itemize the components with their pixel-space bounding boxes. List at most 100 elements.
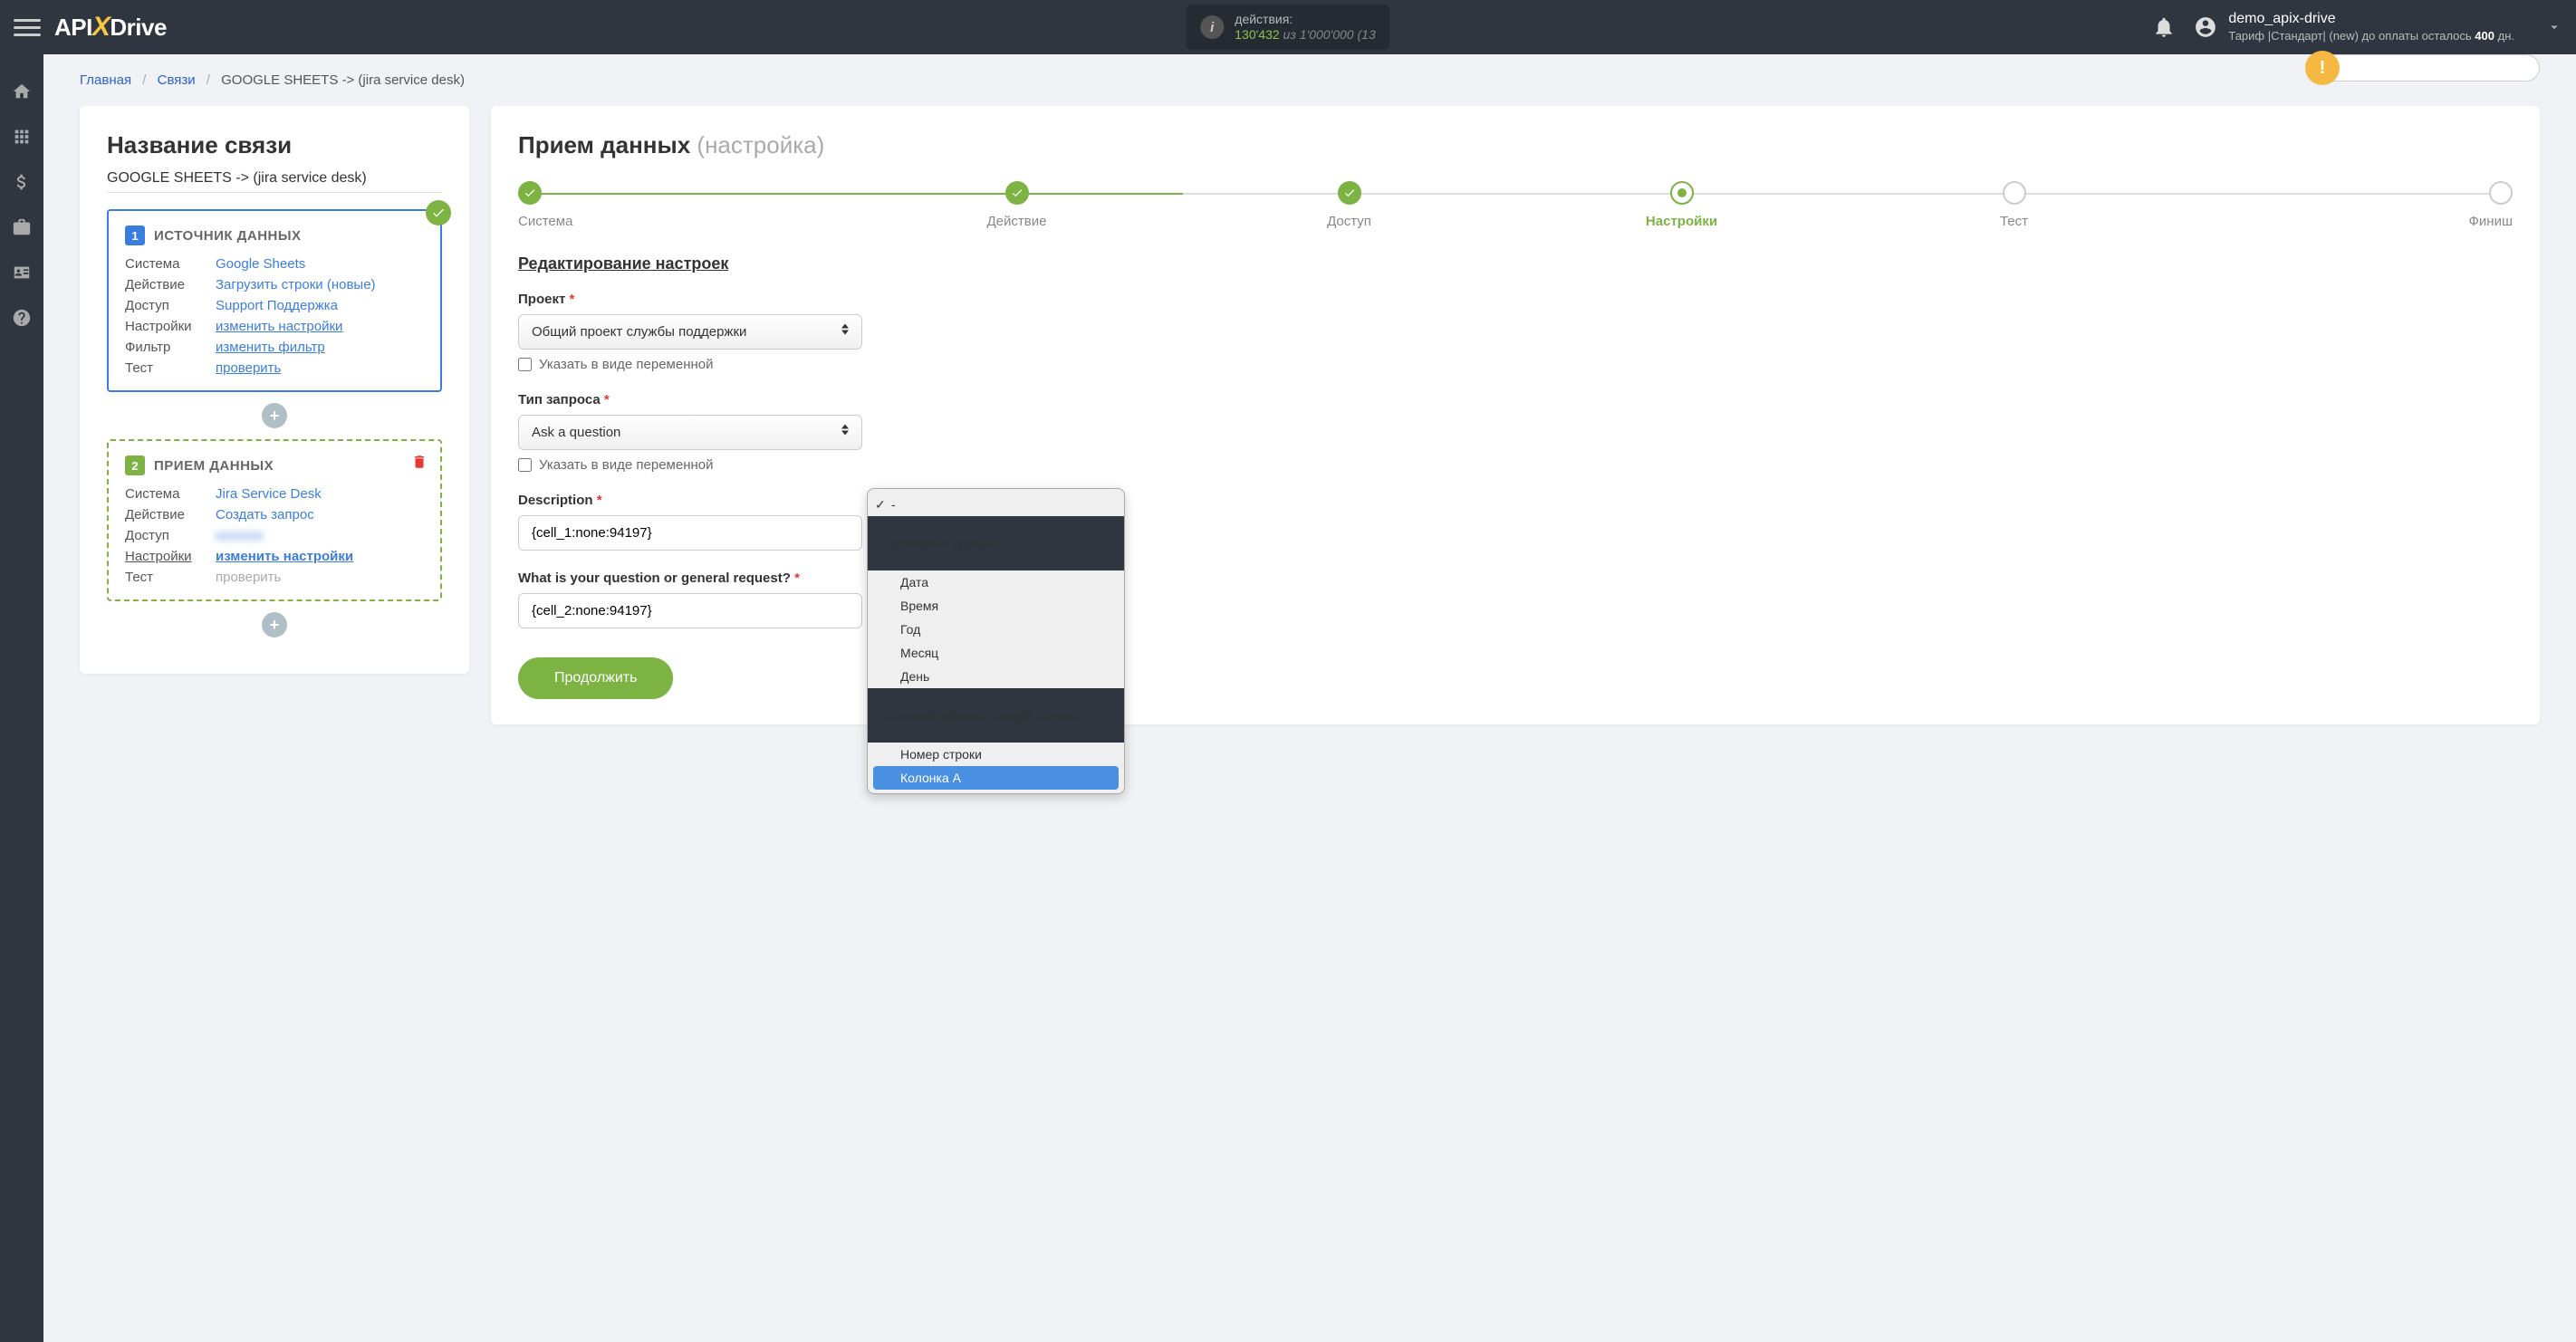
dropdown-item[interactable]: Время	[868, 594, 1124, 618]
warning-icon: !	[2305, 51, 2340, 85]
question-input[interactable]	[518, 593, 862, 628]
checkbox-label: Указать в виде переменной	[539, 357, 714, 372]
row-label: Тест	[125, 360, 216, 376]
step-done-icon[interactable]	[1005, 181, 1029, 205]
user-icon	[2194, 15, 2217, 39]
connection-name[interactable]: GOOGLE SHEETS -> (jira service desk)	[107, 170, 442, 193]
actions-counter: i действия: 130'432 из 1'000'000 (13	[1186, 5, 1389, 50]
warning-badge[interactable]: !	[2313, 54, 2540, 81]
step-inactive-icon[interactable]	[2003, 181, 2026, 205]
row-label: Настройки	[125, 549, 216, 564]
request-type-select[interactable]: Ask a question	[518, 415, 862, 450]
dropdown-group: Источник данных (Google Sheets)	[868, 688, 1124, 743]
step-label: Финиш	[2469, 214, 2513, 229]
row-value[interactable]: изменить настройки	[216, 549, 353, 564]
project-field: Проект * Общий проект службы поддержки У…	[518, 292, 2513, 372]
step-inactive-icon[interactable]	[2489, 181, 2513, 205]
block-title: ПРИЕМ ДАННЫХ	[154, 458, 274, 474]
field-dropdown: - Системные данные Дата Время Год Месяц …	[867, 488, 1125, 794]
chevron-down-icon[interactable]	[2546, 19, 2562, 35]
project-label: Проект *	[518, 292, 2513, 307]
block-number: 1	[125, 225, 145, 245]
row-label: Система	[125, 256, 216, 272]
block-number: 2	[125, 455, 145, 475]
username: demo_apix-drive	[2228, 10, 2514, 29]
logo-text2: Drive	[110, 14, 167, 41]
question-field: What is your question or general request…	[518, 570, 2513, 628]
row-label: Доступ	[125, 528, 216, 543]
add-button[interactable]: +	[262, 403, 287, 428]
request-type-field: Тип запроса * Ask a question Указать в в…	[518, 392, 2513, 473]
row-label: Действие	[125, 507, 216, 522]
continue-button[interactable]: Продолжить	[518, 657, 673, 699]
block-title: ИСТОЧНИК ДАННЫХ	[154, 228, 302, 244]
description-field: Description * - Системные данные Дата Вр…	[518, 493, 2513, 551]
user-menu[interactable]: demo_apix-drive Тариф |Стандарт| (new) д…	[2194, 10, 2514, 44]
row-label: Доступ	[125, 298, 216, 313]
panel-title: Прием данных (настройка)	[518, 131, 2513, 159]
header: APIXDrive i действия: 130'432 из 1'000'0…	[0, 0, 2576, 54]
dropdown-item[interactable]: Дата	[868, 570, 1124, 594]
destination-block: 2 ПРИЕМ ДАННЫХ СистемаJira Service Desk …	[107, 439, 442, 601]
step-label: Система	[518, 214, 572, 229]
dropdown-item[interactable]: Номер строки	[868, 743, 1124, 766]
step-label: Тест	[2000, 214, 2028, 229]
row-value[interactable]: Support Поддержка	[216, 298, 338, 313]
section-title: Редактирование настроек	[518, 254, 2513, 273]
connections-icon[interactable]	[12, 127, 32, 147]
row-value[interactable]: изменить фильтр	[216, 340, 325, 355]
briefcase-icon[interactable]	[12, 217, 32, 237]
breadcrumb: Главная / Связи / GOOGLE SHEETS -> (jira…	[80, 54, 2540, 106]
row-value[interactable]: Jira Service Desk	[216, 486, 322, 502]
bell-icon[interactable]	[2152, 15, 2176, 39]
left-panel: Название связи GOOGLE SHEETS -> (jira se…	[80, 106, 469, 674]
variable-checkbox[interactable]	[518, 458, 532, 472]
logo[interactable]: APIXDrive	[54, 12, 167, 43]
source-block: 1 ИСТОЧНИК ДАННЫХ СистемаGoogle Sheets Д…	[107, 209, 442, 392]
question-label: What is your question or general request…	[518, 570, 2513, 586]
project-select[interactable]: Общий проект службы поддержки	[518, 314, 862, 350]
main-content: ! Главная / Связи / GOOGLE SHEETS -> (ji…	[43, 54, 2576, 1342]
row-value[interactable]: Загрузить строки (новые)	[216, 277, 376, 292]
logo-x: X	[92, 12, 111, 42]
row-value[interactable]: проверить	[216, 360, 281, 376]
row-value[interactable]: Создать запрос	[216, 507, 314, 522]
add-button[interactable]: +	[262, 612, 287, 637]
description-label: Description *	[518, 493, 2513, 508]
row-value[interactable]: изменить настройки	[216, 319, 342, 334]
id-card-icon[interactable]	[12, 263, 32, 283]
row-label: Тест	[125, 570, 216, 585]
breadcrumb-home[interactable]: Главная	[80, 72, 131, 88]
row-value[interactable]: Google Sheets	[216, 256, 305, 272]
dropdown-group: Системные данные	[868, 516, 1124, 570]
dropdown-item[interactable]: -	[868, 493, 1124, 516]
dollar-icon[interactable]	[12, 172, 32, 192]
row-value: проверить	[216, 570, 281, 585]
dropdown-item[interactable]: Год	[868, 618, 1124, 641]
dropdown-item[interactable]: День	[868, 665, 1124, 688]
breadcrumb-current: GOOGLE SHEETS -> (jira service desk)	[221, 72, 465, 88]
connection-title-label: Название связи	[107, 131, 442, 159]
delete-button[interactable]	[411, 454, 428, 474]
menu-button[interactable]	[14, 14, 41, 41]
row-label: Система	[125, 486, 216, 502]
check-icon	[426, 200, 451, 225]
breadcrumb-links[interactable]: Связи	[158, 72, 196, 88]
info-icon: i	[1200, 15, 1224, 39]
description-input[interactable]	[518, 515, 862, 551]
actions-label: действия:	[1235, 12, 1375, 27]
dropdown-item-highlighted[interactable]: Колонка А	[873, 766, 1119, 790]
variable-checkbox[interactable]	[518, 358, 532, 371]
dropdown-item[interactable]: Месяц	[868, 641, 1124, 665]
step-active-icon[interactable]	[1670, 181, 1694, 205]
row-label: Фильтр	[125, 340, 216, 355]
row-value-blurred[interactable]: xxxxxxx	[216, 528, 264, 543]
actions-count: 130'432	[1235, 27, 1279, 42]
step-label: Настройки	[1646, 214, 1717, 229]
stepper: Система Действие Доступ Настройки Тест Ф…	[518, 181, 2513, 229]
home-icon[interactable]	[12, 81, 32, 101]
step-done-icon[interactable]	[518, 181, 542, 205]
step-done-icon[interactable]	[1338, 181, 1361, 205]
row-label: Действие	[125, 277, 216, 292]
help-icon[interactable]	[12, 308, 32, 328]
